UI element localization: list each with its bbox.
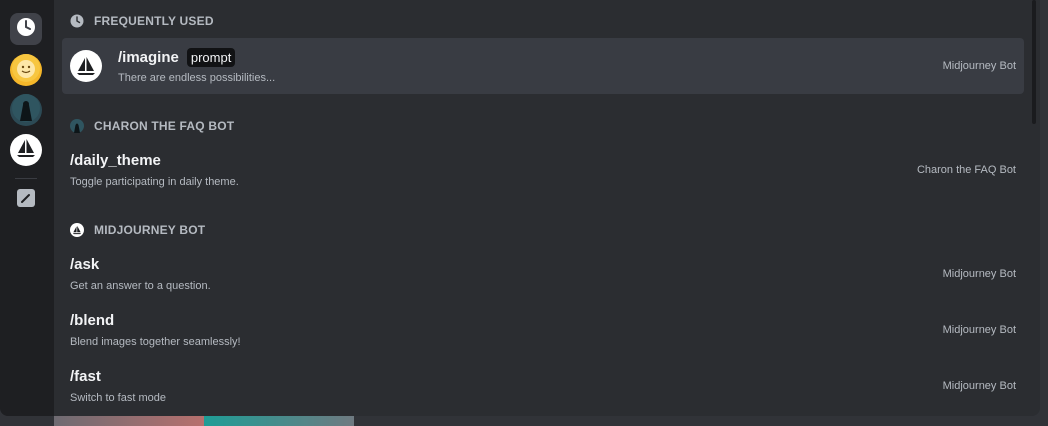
command-description: Switch to fast mode xyxy=(70,392,166,404)
command-item-blend[interactable]: /blend Blend images together seamlessly!… xyxy=(62,302,1024,358)
section-header-frequently-used: FREQUENTLY USED xyxy=(70,13,214,29)
command-name-text: /imagine xyxy=(118,49,179,66)
command-source: Midjourney Bot xyxy=(942,324,1016,336)
sun-avatar-icon xyxy=(11,53,41,88)
command-name-text: /blend xyxy=(70,312,115,329)
section-title: FREQUENTLY USED xyxy=(94,14,214,28)
edit-icon xyxy=(17,189,35,207)
rail-edit-button[interactable] xyxy=(10,182,42,214)
midjourney-sailboat-icon xyxy=(15,137,37,164)
rail-charon-faq-bot-button[interactable] xyxy=(10,93,42,128)
section-header-midjourney: MIDJOURNEY BOT xyxy=(70,222,205,238)
command-source: Midjourney Bot xyxy=(942,268,1016,280)
clock-icon xyxy=(16,17,36,42)
command-item-fast[interactable]: /fast Switch to fast mode Midjourney Bot xyxy=(62,358,1024,414)
rail-divider xyxy=(15,178,37,179)
command-source: Midjourney Bot xyxy=(942,60,1016,72)
command-option-tag: prompt xyxy=(186,48,236,67)
background-image-strip xyxy=(54,416,354,426)
command-category-rail xyxy=(0,0,54,416)
background-image-right xyxy=(204,416,354,426)
midjourney-sailboat-icon xyxy=(70,223,84,237)
command-item-ask[interactable]: /ask Get an answer to a question. Midjou… xyxy=(62,246,1024,302)
scrollbar-thumb[interactable] xyxy=(1032,0,1036,124)
command-description: There are endless possibilities... xyxy=(118,72,276,84)
midjourney-sailboat-icon xyxy=(70,50,102,82)
command-item-imagine[interactable]: /imagine prompt There are endless possib… xyxy=(62,38,1024,94)
command-description: Toggle participating in daily theme. xyxy=(70,176,239,188)
command-name-text: /fast xyxy=(70,368,101,385)
rail-midjourney-bot-button[interactable] xyxy=(10,134,42,166)
section-title: CHARON THE FAQ BOT xyxy=(94,119,235,133)
section-header-charon: CHARON THE FAQ BOT xyxy=(70,118,234,134)
command-source: Charon the FAQ Bot xyxy=(916,164,1016,176)
command-description: Blend images together seamlessly! xyxy=(70,336,241,348)
command-name-text: /daily_theme xyxy=(70,152,161,169)
command-name-text: /ask xyxy=(70,256,100,273)
slash-command-popup: FREQUENTLY USED /imagine prompt There ar… xyxy=(0,0,1040,416)
charon-avatar-icon xyxy=(70,119,84,133)
command-source: Midjourney Bot xyxy=(942,380,1016,392)
charon-avatar-icon xyxy=(11,93,41,128)
clock-icon xyxy=(70,14,84,28)
background-image-left xyxy=(54,416,204,426)
command-item-daily-theme[interactable]: /daily_theme Toggle participating in dai… xyxy=(62,142,1024,198)
command-name: /imagine prompt xyxy=(118,48,236,67)
command-description: Get an answer to a question. xyxy=(70,280,211,292)
rail-sun-app-button[interactable] xyxy=(10,53,42,88)
rail-frequently-used-button[interactable] xyxy=(10,13,42,45)
command-list: FREQUENTLY USED /imagine prompt There ar… xyxy=(54,0,1026,416)
section-title: MIDJOURNEY BOT xyxy=(94,223,206,237)
